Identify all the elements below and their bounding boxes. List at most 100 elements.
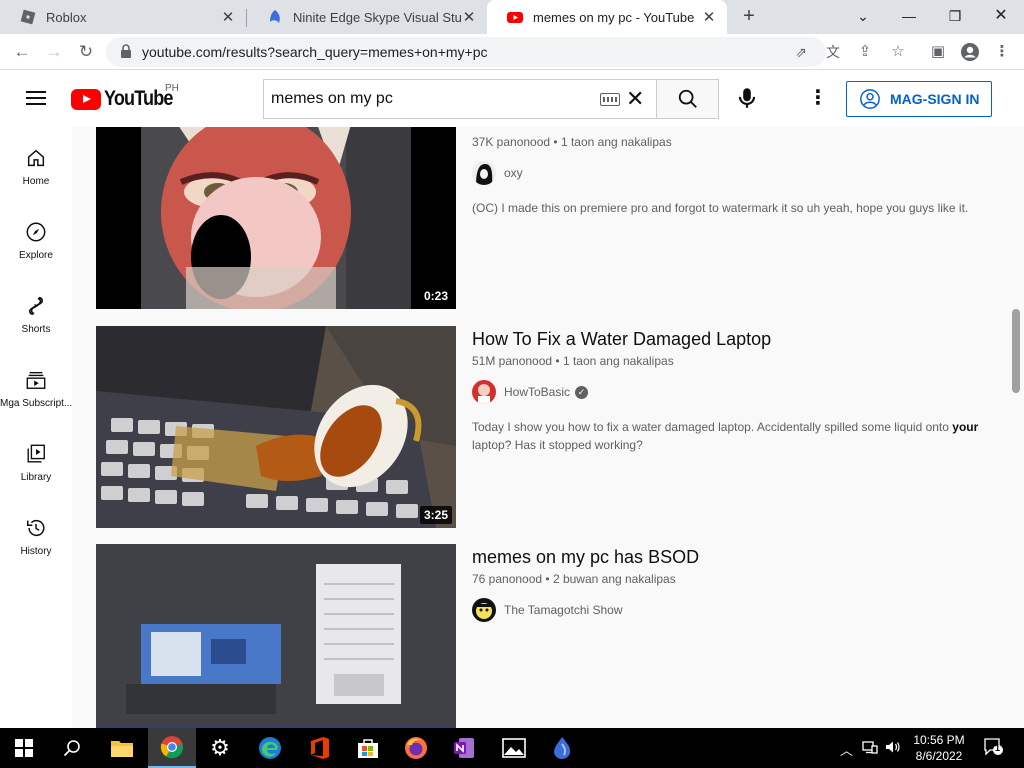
tab-youtube[interactable]: memes on my pc - YouTube ✕ — [487, 0, 727, 34]
lock-icon[interactable] — [120, 44, 132, 59]
hamburger-menu-icon[interactable] — [26, 91, 46, 105]
nav-item-home[interactable]: Home — [0, 147, 72, 221]
share-icon[interactable]: ⇪ — [853, 40, 877, 64]
channel-name[interactable]: HowToBasic — [504, 385, 570, 399]
address-bar[interactable]: youtube.com/results?search_query=memes+o… — [106, 37, 840, 67]
start-button[interactable] — [0, 728, 48, 768]
volume-icon[interactable] — [885, 740, 901, 757]
network-icon[interactable] — [862, 740, 878, 757]
video-thumbnail[interactable] — [96, 544, 456, 728]
nav-item-library[interactable]: Library — [0, 443, 72, 517]
close-window-icon[interactable]: ✕ — [978, 0, 1024, 34]
search-input[interactable]: memes on my pc ✕ — [263, 79, 656, 119]
settings-more-icon[interactable]: ⋮ — [808, 85, 828, 111]
folder-icon — [111, 741, 133, 757]
sign-in-button[interactable]: MAG-SIGN IN — [846, 81, 992, 117]
nav-label: Explore — [19, 250, 53, 261]
youtube-header: YouTube PH memes on my pc ✕ ⋮ MAG-SIGN I… — [0, 70, 1024, 127]
nav-item-shorts[interactable]: Shorts — [0, 295, 72, 369]
office-icon — [311, 737, 329, 759]
channel-row[interactable]: The Tamagotchi Show — [472, 598, 992, 622]
windows-taskbar: ⚙ ︿ 10:56 PM 8/6/2022 1 — [0, 728, 1024, 768]
chrome-app[interactable] — [148, 728, 196, 768]
search-button[interactable] — [656, 79, 719, 119]
action-center-icon[interactable]: 1 — [984, 738, 1004, 759]
bookmark-star-icon[interactable]: ☆ — [886, 40, 910, 64]
tab-search-chevron-icon[interactable]: ⌄ — [840, 0, 886, 34]
description-highlight: your — [952, 420, 979, 434]
clock-date: 8/6/2022 — [915, 749, 963, 763]
tab-roblox[interactable]: Roblox ✕ — [0, 0, 246, 34]
channel-avatar[interactable] — [472, 161, 496, 185]
video-thumbnail[interactable]: 0:23 — [96, 127, 456, 309]
url-text: youtube.com/results?search_query=memes+o… — [142, 44, 488, 60]
translate-icon[interactable]: 文 — [824, 43, 842, 61]
video-title[interactable]: memes on my pc has BSOD — [472, 544, 992, 570]
microphone-icon[interactable] — [734, 85, 760, 111]
ninite-drop-icon — [554, 737, 571, 759]
photos-icon — [502, 738, 526, 758]
ninite-app[interactable] — [538, 728, 586, 768]
home-icon — [27, 149, 45, 167]
channel-name[interactable]: The Tamagotchi Show — [504, 603, 623, 617]
video-title[interactable]: How To Fix a Water Damaged Laptop — [472, 326, 992, 352]
video-result[interactable]: 0:23 PC 37K panonood • 1 taon ang nakali… — [96, 127, 996, 309]
channel-name[interactable]: oxy — [504, 166, 523, 180]
minimize-icon[interactable]: — — [886, 0, 932, 34]
firefox-app[interactable] — [392, 728, 440, 768]
office-app[interactable] — [296, 728, 344, 768]
tab-ninite[interactable]: Ninite Edge Skype Visual Studio ✕ — [247, 0, 487, 34]
reload-icon[interactable]: ↻ — [74, 40, 98, 64]
verified-check-icon: ✓ — [575, 385, 589, 399]
keyboard-icon[interactable] — [600, 93, 620, 106]
nav-item-explore[interactable]: Explore — [0, 221, 72, 295]
restore-icon[interactable]: ❐ — [932, 0, 978, 34]
windows-logo-icon — [15, 739, 33, 757]
edge-favicon-icon — [270, 10, 280, 23]
channel-avatar[interactable] — [472, 598, 496, 622]
clear-search-icon[interactable]: ✕ — [626, 86, 644, 112]
file-explorer-app[interactable] — [98, 728, 146, 768]
store-app[interactable] — [344, 728, 392, 768]
edge-icon — [259, 737, 281, 759]
new-tab-icon[interactable]: + — [738, 5, 760, 27]
description-text: laptop? Has it stopped working? — [472, 438, 643, 452]
nav-label: Home — [22, 176, 50, 187]
video-description: (OC) I made this on premiere pro and for… — [472, 201, 969, 215]
nav-item-subscriptions[interactable]: Mga Subscript... — [0, 369, 72, 443]
taskbar-search-button[interactable] — [48, 728, 96, 768]
open-in-app-icon[interactable]: ⇗ — [792, 43, 810, 61]
forward-arrow-icon[interactable]: → — [42, 40, 66, 64]
channel-avatar[interactable] — [472, 380, 496, 404]
side-panel-icon[interactable]: ▣ — [926, 40, 950, 64]
browser-menu-icon[interactable]: ⋮ — [990, 40, 1014, 64]
channel-row[interactable]: oxy — [472, 161, 992, 185]
settings-app[interactable]: ⚙ — [196, 728, 244, 768]
youtube-favicon-icon — [507, 12, 523, 23]
video-description: Today I show you how to fix a water dama… — [472, 418, 992, 454]
video-result[interactable]: memes on my pc has BSOD 76 panonood • 2 … — [96, 544, 996, 728]
onenote-app[interactable] — [440, 728, 488, 768]
tab-close-icon[interactable]: ✕ — [461, 8, 477, 26]
channel-row[interactable]: HowToBasic ✓ — [472, 380, 992, 404]
profile-icon[interactable] — [958, 40, 982, 64]
youtube-logo[interactable]: YouTube PH — [71, 83, 184, 111]
back-arrow-icon[interactable]: ← — [10, 40, 34, 64]
history-icon — [27, 520, 45, 537]
taskbar-clock[interactable]: 10:56 PM 8/6/2022 — [900, 732, 978, 764]
nav-item-history[interactable]: History — [0, 517, 72, 591]
monitor-photo-thumbnail-image — [96, 544, 456, 728]
notification-count: 1 — [995, 743, 1001, 753]
account-circle-icon — [860, 89, 880, 109]
video-title[interactable]: PC — [472, 127, 992, 133]
video-thumbnail[interactable]: 3:25 — [96, 326, 456, 528]
tab-close-icon[interactable]: ✕ — [220, 8, 236, 26]
tab-close-icon[interactable]: ✕ — [701, 8, 717, 26]
show-hidden-icons-chevron-icon[interactable]: ︿ — [840, 740, 853, 759]
tab-title: Ninite Edge Skype Visual Studio — [293, 9, 461, 25]
video-meta: 51M panonood • 1 taon ang nakalipas — [472, 354, 674, 368]
edge-app[interactable] — [246, 728, 294, 768]
video-result[interactable]: 3:25 How To Fix a Water Damaged Laptop 5… — [96, 326, 996, 528]
page-scrollbar[interactable] — [1012, 309, 1020, 393]
photos-app[interactable] — [490, 728, 538, 768]
